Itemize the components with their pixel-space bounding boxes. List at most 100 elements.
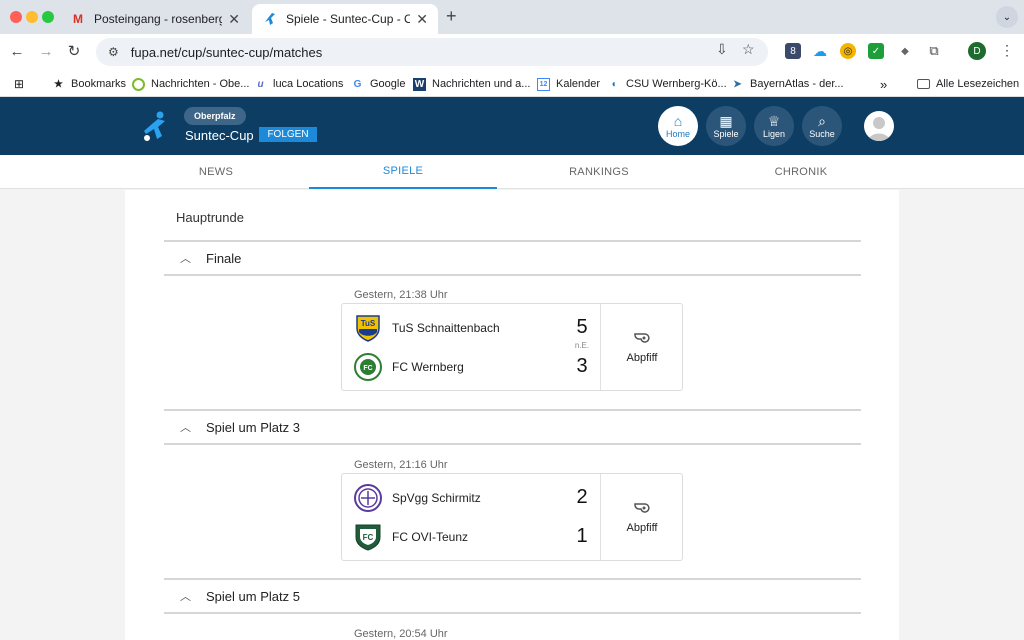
tab-gmail[interactable]: M Posteingang - rosenberg.diet ✕ [60,4,250,34]
ring-icon [132,77,145,91]
tab-fupa[interactable]: Spiele - Suntec-Cup - Oberpf ✕ [252,4,438,34]
reload-icon[interactable]: ↻ [63,40,85,62]
group-header-platz-5[interactable]: ︿ Spiel um Platz 5 [164,578,861,614]
install-app-icon[interactable]: ⇩ [716,41,728,58]
menu-kebab-icon[interactable]: ⋮ [1000,42,1014,59]
extension-badge-count: 8 [790,45,796,57]
cloud-extension-icon[interactable]: ☁ [812,43,828,59]
user-avatar[interactable] [864,111,894,141]
bookmark-item[interactable]: u luca Locations [254,75,343,93]
bookmark-item[interactable]: ◖ CSU Wernberg-Kö... [607,75,726,93]
trophy-icon: ♕ [767,112,781,129]
cup-title: Suntec-Cup [185,128,254,143]
bookmark-star-icon[interactable]: ☆ [742,41,755,58]
maximize-window-button[interactable] [42,11,54,23]
team-name: SpVgg Schirmitz [392,491,481,505]
home-team[interactable]: SpVgg Schirmitz [354,484,481,512]
region-badge[interactable]: Oberpfalz [184,107,246,125]
bookmark-item[interactable]: G Google [351,75,406,93]
group-title: Spiel um Platz 3 [206,419,300,435]
group-title: Finale [206,250,242,266]
away-team[interactable]: FC FC Wernberg [354,353,464,381]
forward-icon[interactable]: → [35,40,57,62]
spvgg-schirmitz-crest-icon [354,484,382,512]
nav-suche[interactable]: ⌕ Suche [802,106,842,146]
more-bookmarks-icon[interactable]: » [880,75,887,93]
extensions-puzzle-icon[interactable]: ⧉ [926,43,942,59]
dropbox-extension-icon[interactable]: ◆ [897,43,913,59]
extension-badge-icon[interactable]: 8 [785,43,801,59]
bookmark-item[interactable]: 12 Kalender [537,75,600,93]
close-tab-icon[interactable]: ✕ [416,11,428,28]
match-card[interactable]: TuS TuS Schnaittenbach FC FC Wernberg 5 … [341,303,683,391]
group-title: Spiel um Platz 5 [206,588,300,604]
minimize-window-button[interactable] [26,11,38,23]
tab-search-icon[interactable]: ⌄ [996,6,1018,28]
match-status: Abpfiff [601,474,683,560]
url-text: fupa.net/cup/suntec-cup/matches [130,44,323,60]
check-extension-icon[interactable]: ✓ [868,43,884,59]
apps-grid-icon[interactable]: ⊞ [14,75,24,93]
tab-spiele[interactable]: SPIELE [309,155,497,189]
fupa-icon [262,11,278,27]
nav-spiele[interactable]: ▦ Spiele [706,106,746,146]
all-bookmarks-folder[interactable]: Alle Lesezeichen [917,75,1019,93]
back-icon[interactable]: ← [6,40,28,62]
headphone-extension-icon[interactable]: ◎ [840,43,856,59]
home-team[interactable]: TuS TuS Schnaittenbach [354,314,500,342]
nav-ligen[interactable]: ♕ Ligen [754,106,794,146]
browser-toolbar: ← → ↻ ⚙ fupa.net/cup/suntec-cup/matches … [0,34,1024,70]
svg-text:FC: FC [363,365,372,372]
svg-text:TuS: TuS [361,319,376,328]
nav-home[interactable]: ⌂ Home [658,106,698,146]
new-tab-icon[interactable]: + [446,6,457,27]
tab-news[interactable]: NEWS [124,155,308,189]
status-text: Abpfiff [626,521,658,534]
csu-icon: ◖ [610,78,617,90]
chevron-up-icon: ︿ [180,253,191,265]
profile-avatar[interactable]: D [968,42,986,60]
status-text: Abpfiff [626,351,658,364]
match-card[interactable]: SpVgg Schirmitz FC FC OVI-Teunz 2 1 Abpf… [341,473,683,561]
fc-wernberg-crest-icon: FC [354,353,382,381]
group-header-finale[interactable]: ︿ Finale [164,240,861,276]
match-time: Gestern, 21:38 Uhr [354,289,448,301]
luca-icon: u [257,78,264,90]
follow-button[interactable]: FOLGEN [259,127,317,142]
match-time: Gestern, 20:54 Uhr [354,628,448,640]
bookmark-item[interactable]: W Nachrichten und a... [413,75,530,93]
bayernatlas-icon: ➤ [733,78,742,90]
round-title: Hauptrunde [176,210,244,225]
site-info-icon[interactable]: ⚙ [108,45,119,59]
tab-strip: M Posteingang - rosenberg.diet ✕ Spiele … [0,0,1024,34]
folder-icon [917,79,930,89]
bookmark-item[interactable]: ➤ BayernAtlas - der... [731,75,843,93]
bookmark-item[interactable]: ★ Bookmarks [52,75,126,93]
team-name: TuS Schnaittenbach [392,321,500,335]
bookmark-item[interactable]: Nachrichten - Obe... [132,75,249,93]
close-tab-icon[interactable]: ✕ [228,11,240,28]
chevron-up-icon: ︿ [180,422,191,434]
address-bar[interactable]: ⚙ fupa.net/cup/suntec-cup/matches [96,38,768,66]
team-name: FC Wernberg [392,360,464,374]
chevron-up-icon: ︿ [180,591,191,603]
team-name: FC OVI-Teunz [392,530,469,544]
sub-navigation: NEWS SPIELE RANKINGS CHRONIK [0,155,1024,189]
fc-ovi-teunz-crest-icon: FC [354,523,382,551]
calendar-icon: ▦ [719,112,733,129]
gmail-icon: M [73,12,83,26]
penalty-note: n.E. [574,341,590,350]
whistle-icon [633,501,651,516]
svg-text:FC: FC [363,533,374,542]
bookmarks-bar: ⊞ ★ Bookmarks Nachrichten - Obe... u luca … [0,70,1024,97]
tab-rankings[interactable]: RANKINGS [505,155,693,189]
close-window-button[interactable] [10,11,22,23]
home-score: 5 [576,316,588,338]
away-team[interactable]: FC FC OVI-Teunz [354,523,468,551]
away-score: 3 [576,355,588,377]
fupa-logo[interactable] [138,109,172,143]
tab-chronik[interactable]: CHRONIK [707,155,895,189]
away-score: 1 [576,525,588,547]
match-time: Gestern, 21:16 Uhr [354,459,448,471]
group-header-platz-3[interactable]: ︿ Spiel um Platz 3 [164,409,861,445]
